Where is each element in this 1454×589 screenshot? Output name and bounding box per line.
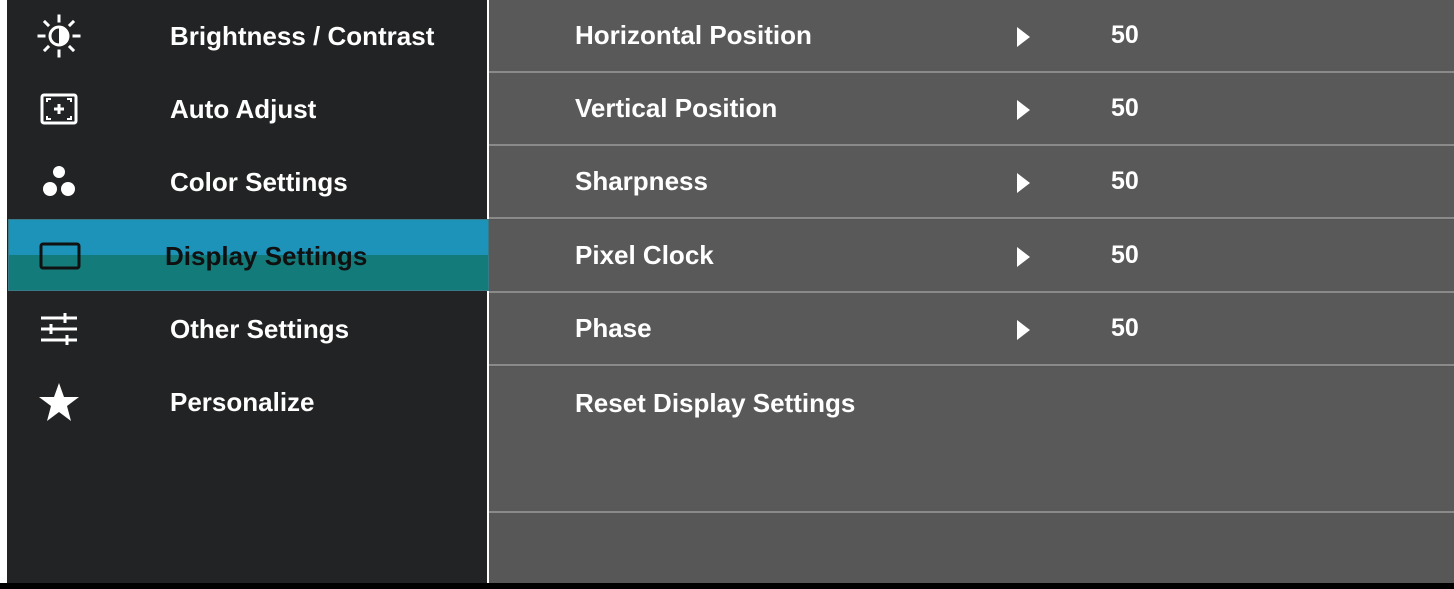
setting-value: 50 (1111, 167, 1139, 195)
setting-label: Phase (575, 313, 652, 343)
menu-item-label: Brightness / Contrast (170, 21, 435, 51)
brightness-icon (37, 14, 81, 58)
setting-row-sharpness[interactable]: Sharpness 50 (489, 146, 1454, 219)
setting-value: 50 (1111, 94, 1139, 122)
arrow-right-icon (1017, 100, 1030, 120)
setting-row-vertical-position[interactable]: Vertical Position 50 (489, 73, 1454, 146)
display-icon (38, 234, 82, 278)
menu-item-label: Auto Adjust (170, 94, 317, 124)
menu-item-other-settings[interactable]: Other Settings (7, 293, 487, 365)
menu-item-label: Color Settings (170, 167, 348, 197)
display-settings-panel: Horizontal Position 50 Vertical Position… (489, 0, 1454, 583)
osd-bottom-border (0, 583, 1454, 589)
auto-adjust-icon (37, 87, 81, 131)
menu-item-color-settings[interactable]: Color Settings (7, 146, 487, 218)
setting-value: 50 (1111, 21, 1139, 49)
setting-value: 50 (1111, 241, 1139, 269)
reset-label: Reset Display Settings (575, 388, 856, 418)
setting-label: Pixel Clock (575, 240, 714, 270)
menu-item-label: Personalize (170, 387, 315, 417)
panel-footer (489, 513, 1454, 583)
setting-row-pixel-clock[interactable]: Pixel Clock 50 (489, 220, 1454, 293)
color-dots-icon (37, 160, 81, 204)
setting-row-phase[interactable]: Phase 50 (489, 293, 1454, 366)
arrow-right-icon (1017, 27, 1030, 47)
menu-item-label: Other Settings (170, 314, 350, 344)
setting-label: Sharpness (575, 166, 708, 196)
setting-row-horizontal-position[interactable]: Horizontal Position 50 (489, 0, 1454, 73)
setting-label: Vertical Position (575, 93, 778, 123)
sliders-icon (37, 307, 81, 351)
monitor-osd: Brightness / Contrast Auto Adjust Color … (0, 0, 1454, 589)
menu-item-label: Display Settings (165, 241, 368, 271)
setting-value: 50 (1111, 314, 1139, 342)
arrow-right-icon (1017, 320, 1030, 340)
osd-main-menu: Brightness / Contrast Auto Adjust Color … (7, 0, 489, 583)
reset-display-settings-button[interactable]: Reset Display Settings (489, 367, 1454, 513)
menu-item-auto-adjust[interactable]: Auto Adjust (7, 73, 487, 145)
menu-item-brightness-contrast[interactable]: Brightness / Contrast (7, 0, 487, 72)
menu-item-personalize[interactable]: Personalize (7, 366, 487, 438)
arrow-right-icon (1017, 173, 1030, 193)
star-icon (37, 380, 81, 424)
menu-item-display-settings[interactable]: Display Settings (8, 219, 489, 291)
setting-label: Horizontal Position (575, 20, 812, 50)
arrow-right-icon (1017, 247, 1030, 267)
